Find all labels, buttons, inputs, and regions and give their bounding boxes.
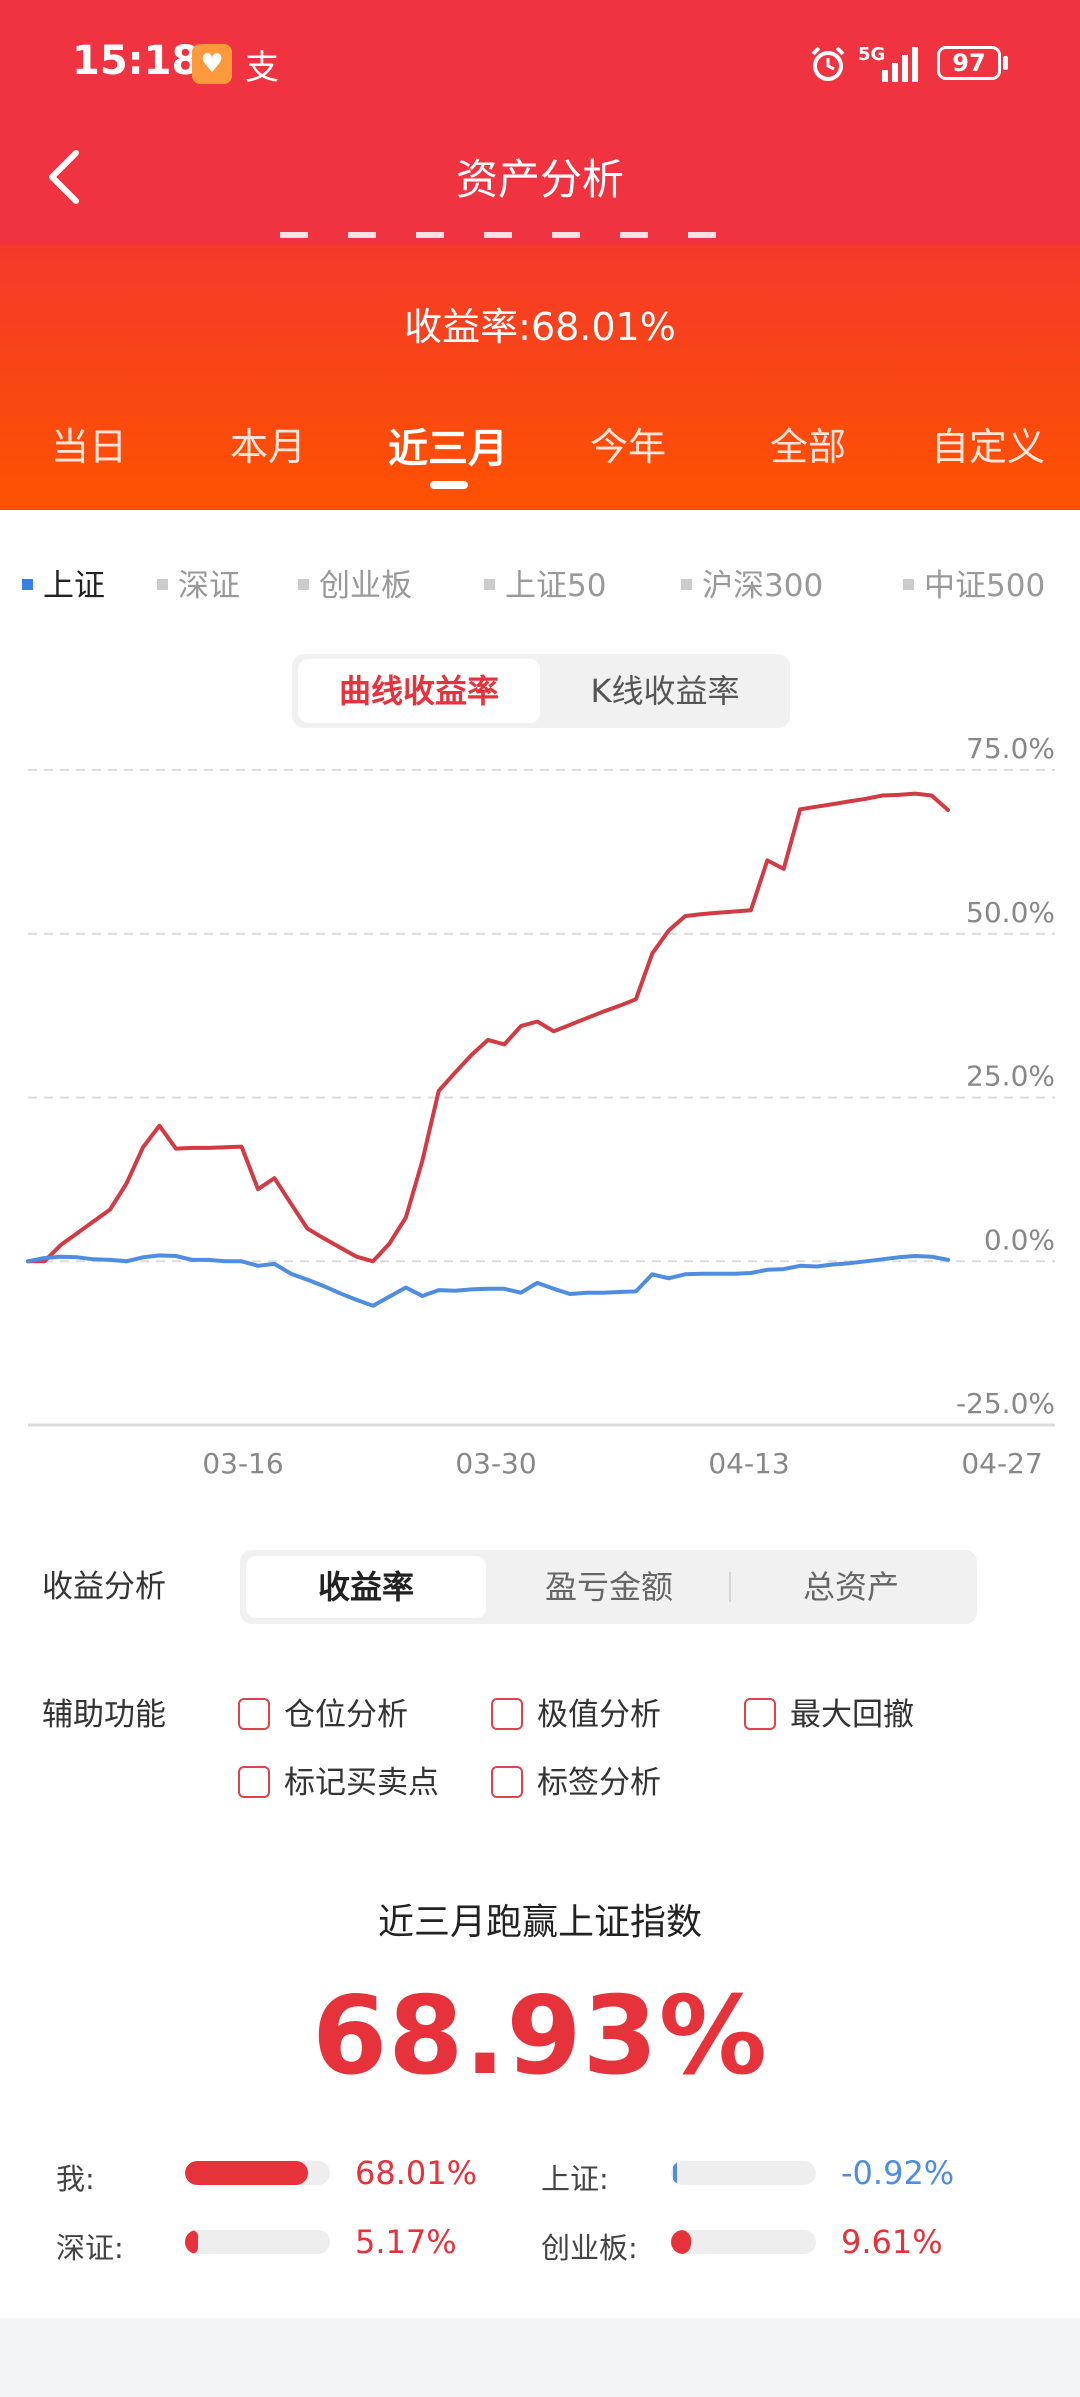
extreme-analysis-checkbox[interactable]: 极值分析 [491, 1689, 661, 1734]
checkbox-icon [238, 1697, 270, 1730]
compare-value-sh: -0.92% [841, 2154, 955, 2192]
x-tick-label: 03-16 [202, 1447, 283, 1480]
status-time: 15:18 [72, 38, 200, 84]
seg-pnl-amount[interactable]: 盈亏金额 [490, 1556, 728, 1618]
y-tick-label: 75.0% [966, 732, 1055, 765]
analysis-label: 收益分析 [42, 1569, 166, 1605]
compare-bar-cyb [671, 2230, 816, 2254]
index-sz[interactable]: 深证 [157, 560, 240, 605]
index-cyb[interactable]: 创业板 [298, 560, 412, 605]
compare-bar-me [185, 2161, 330, 2185]
compare-value-sz: 5.17% [355, 2223, 457, 2261]
battery-indicator: 97 [937, 46, 1001, 80]
compare-bar-sz [185, 2230, 330, 2254]
checkbox-icon [238, 1765, 270, 1798]
compare-bar-fill [185, 2161, 309, 2185]
seg-return-rate[interactable]: 收益率 [246, 1556, 486, 1618]
tab-this-year[interactable]: 今年 [553, 416, 703, 471]
curve-return-button[interactable]: 曲线收益率 [298, 659, 540, 723]
tab-custom[interactable]: 自定义 [913, 416, 1063, 471]
compare-bar-sh [671, 2161, 816, 2185]
tab-today[interactable]: 当日 [14, 416, 164, 471]
index-sz50[interactable]: 上证50 [484, 560, 606, 605]
active-tab-indicator [430, 481, 468, 489]
seg-total-assets[interactable]: 总资产 [732, 1556, 970, 1618]
compare-label-me: 我: [56, 2162, 95, 2196]
y-tick-label: -25.0% [956, 1387, 1055, 1420]
index-sh[interactable]: 上证 [22, 560, 105, 605]
x-tick-label: 03-30 [455, 1447, 536, 1480]
x-tick-label: 04-13 [708, 1447, 789, 1480]
index-zz500[interactable]: 中证500 [903, 560, 1045, 605]
series-line-mine [26, 791, 950, 1264]
position-analysis-checkbox[interactable]: 仓位分析 [238, 1689, 408, 1734]
tag-analysis-checkbox[interactable]: 标签分析 [491, 1757, 661, 1802]
kline-return-button[interactable]: K线收益率 [545, 659, 785, 723]
alarm-icon [811, 46, 845, 81]
tab-three-months[interactable]: 近三月 [373, 416, 523, 474]
index-hs300[interactable]: 沪深300 [681, 560, 823, 605]
max-drawdown-checkbox[interactable]: 最大回撤 [744, 1689, 914, 1734]
health-app-icon: ♥ [192, 44, 232, 84]
tab-this-month[interactable]: 本月 [193, 416, 343, 471]
signal-icon [882, 47, 918, 82]
checkbox-icon [744, 1697, 776, 1730]
return-chart: 75.0% 50.0% 25.0% 0.0% -25.0% 03-16 03-30 04-13… [26, 732, 1055, 1480]
mark-trades-checkbox[interactable]: 标记买卖点 [238, 1757, 439, 1802]
checkbox-icon [491, 1697, 523, 1730]
page-title: 资产分析 [455, 155, 624, 204]
compare-bar-fill [671, 2230, 692, 2254]
y-tick-label: 0.0% [984, 1223, 1055, 1256]
compare-label-cyb: 创业板: [541, 2231, 638, 2265]
battery-tip [1003, 56, 1008, 70]
total-asset-amount [280, 232, 800, 246]
checkbox-icon [491, 1765, 523, 1798]
x-tick-label: 04-27 [961, 1447, 1042, 1480]
compare-value-me: 68.01% [355, 2154, 478, 2192]
beat-index-title: 近三月跑赢上证指数 [377, 1902, 702, 1943]
compare-bar-fill [185, 2230, 199, 2254]
alipay-icon: 支 [245, 48, 279, 88]
compare-value-cyb: 9.61% [841, 2223, 943, 2261]
compare-label-sh: 上证: [541, 2162, 609, 2196]
series-line-index [26, 1253, 950, 1308]
compare-bar-fill [673, 2161, 677, 2185]
tab-all[interactable]: 全部 [733, 416, 883, 471]
compare-label-sz: 深证: [56, 2231, 124, 2265]
return-rate: 收益率:68.01% [404, 305, 676, 349]
y-tick-label: 25.0% [966, 1060, 1055, 1093]
aux-label: 辅助功能 [42, 1697, 166, 1733]
y-tick-label: 50.0% [966, 896, 1055, 929]
beat-index-value: 68.93% [312, 1974, 768, 2099]
segment-divider [729, 1572, 731, 1602]
section-separator [0, 2318, 1080, 2397]
app-header [0, 0, 1080, 245]
